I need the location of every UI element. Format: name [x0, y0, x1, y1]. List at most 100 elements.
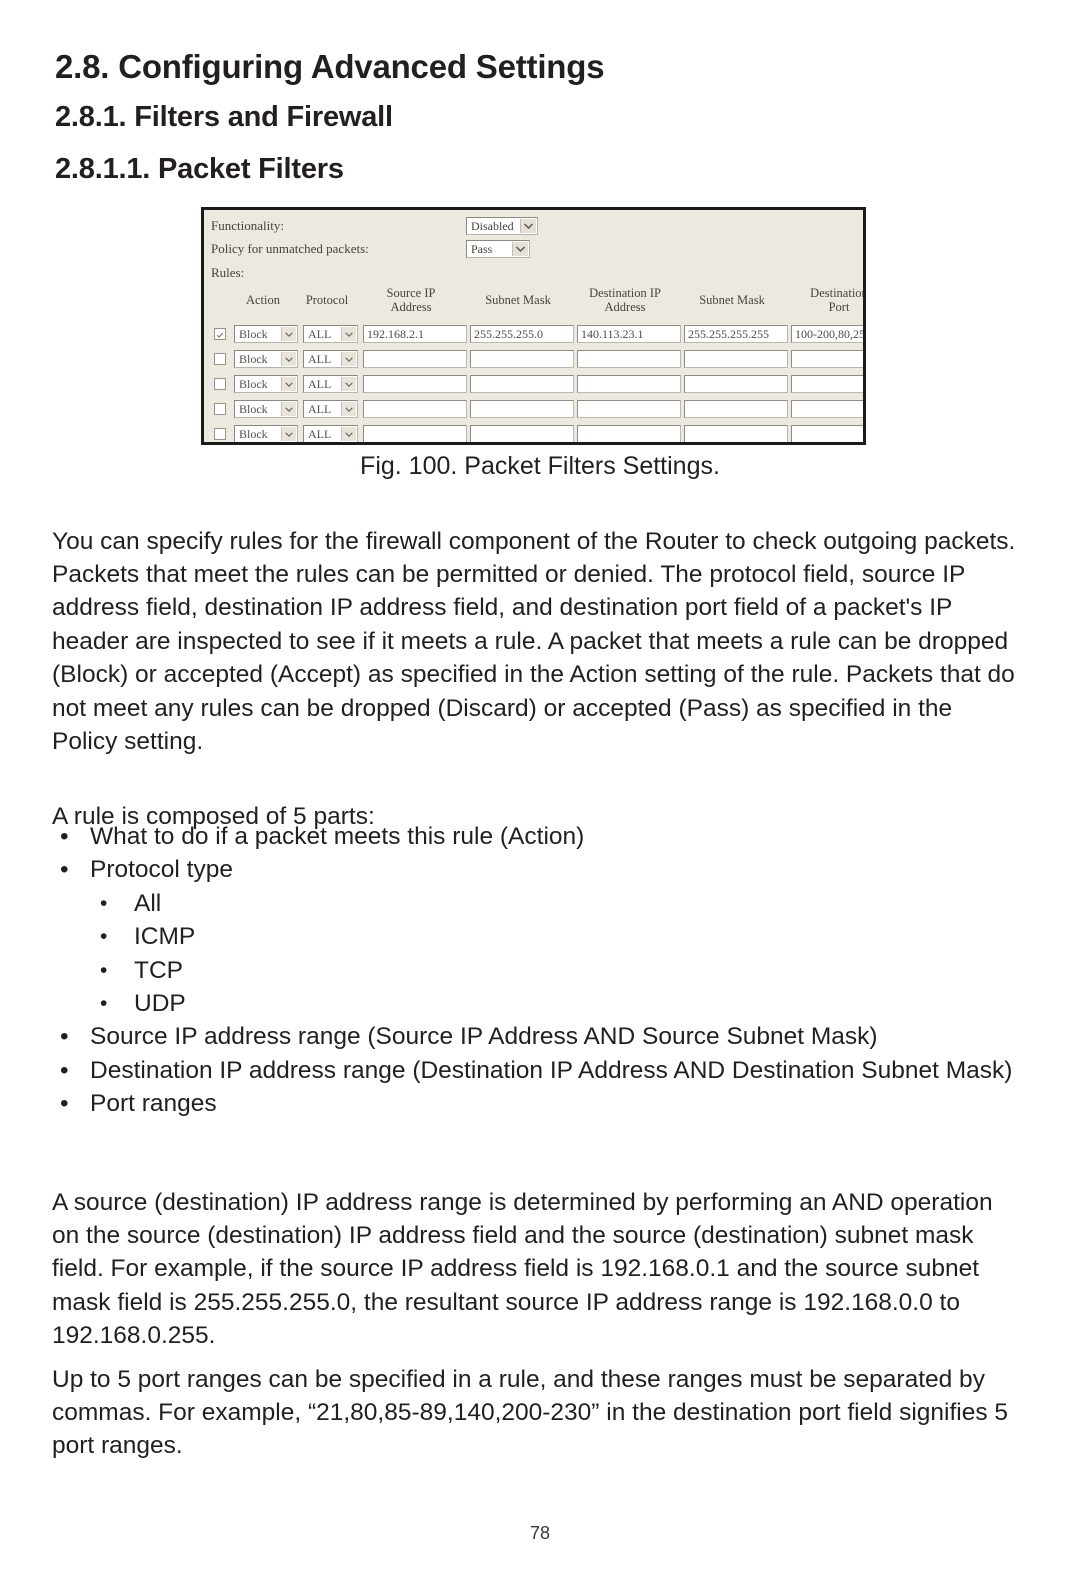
chevron-down-icon	[341, 327, 356, 341]
chevron-down-icon	[520, 219, 536, 233]
protocol-type-item: • TCP	[90, 954, 1024, 987]
functionality-select[interactable]: Disabled	[466, 217, 538, 235]
rule-row: Block ALL	[210, 348, 863, 373]
rule-source-mask-input[interactable]	[470, 375, 574, 393]
rule-enable-checkbox[interactable]	[214, 428, 226, 440]
rule-source-mask-input[interactable]	[470, 400, 574, 418]
rule-source-ip-input[interactable]: 192.168.2.1	[363, 325, 467, 343]
column-header-action: Action	[245, 293, 281, 307]
column-header-protocol: Protocol	[305, 293, 349, 307]
column-header-dest-subnet-mask: Subnet Mask	[699, 293, 765, 307]
rule-part-item: • What to do if a packet meets this rule …	[52, 820, 1024, 853]
rule-action-value: Block	[239, 426, 268, 441]
chevron-down-icon	[341, 377, 356, 391]
page-number: 78	[529, 1523, 551, 1543]
rule-source-ip-input[interactable]	[363, 400, 467, 418]
protocol-type-item: • UDP	[90, 987, 1024, 1020]
rule-dest-port-input[interactable]	[791, 375, 863, 393]
bullet-icon: •	[60, 856, 69, 884]
rule-part-label: Protocol type	[90, 856, 233, 884]
rule-dest-port-input[interactable]: 100-200,80,25,1	[791, 325, 863, 343]
rule-dest-port-input[interactable]	[791, 400, 863, 418]
rule-enable-checkbox[interactable]	[214, 378, 226, 390]
chevron-down-icon	[341, 427, 356, 441]
rule-part-item: • Port ranges	[52, 1087, 1024, 1120]
column-header-dest-ip-line1: Destination IP	[589, 286, 661, 300]
rule-parts-list: • What to do if a packet meets this rule …	[52, 820, 1024, 1121]
paragraph-and-operation: A source (destination) IP address range …	[52, 1188, 993, 1350]
rule-protocol-value: ALL	[308, 326, 332, 341]
rule-action-select[interactable]: Block	[234, 375, 298, 393]
bullet-icon: •	[100, 958, 108, 982]
rule-dest-ip-input[interactable]	[577, 375, 681, 393]
protocol-type-item: • ICMP	[90, 920, 1024, 953]
rules-label: Rules:	[211, 265, 245, 280]
rule-dest-mask-input[interactable]	[684, 400, 788, 418]
chevron-down-icon	[281, 352, 296, 366]
bullet-icon: •	[100, 891, 108, 915]
policy-label: Policy for unmatched packets:	[211, 241, 369, 256]
rule-dest-ip-input[interactable]	[577, 425, 681, 442]
rule-dest-port-input[interactable]	[791, 425, 863, 442]
rule-row: Block ALL	[210, 373, 863, 398]
rule-protocol-select[interactable]: ALL	[303, 350, 358, 368]
rule-action-select[interactable]: Block	[234, 400, 298, 418]
rule-protocol-select[interactable]: ALL	[303, 425, 358, 442]
rule-row: Block ALL	[210, 423, 863, 442]
rule-part-item: • Protocol type	[52, 853, 1024, 886]
rule-action-value: Block	[239, 376, 268, 391]
rule-source-mask-input[interactable]: 255.255.255.0	[470, 325, 574, 343]
column-header-dest-port-line2: Port	[828, 300, 850, 314]
rule-source-ip-input[interactable]	[363, 350, 467, 368]
chevron-down-icon	[281, 377, 296, 391]
rule-protocol-value: ALL	[308, 401, 332, 416]
rule-protocol-select[interactable]: ALL	[303, 375, 358, 393]
protocol-type-label: ICMP	[134, 923, 196, 951]
figure-caption: Fig. 100. Packet Filters Settings.	[360, 452, 720, 480]
bullet-icon: •	[60, 1090, 69, 1118]
rule-dest-port-input[interactable]	[791, 350, 863, 368]
rule-dest-ip-input[interactable]	[577, 350, 681, 368]
rule-enable-checkbox[interactable]	[214, 328, 226, 340]
rule-source-ip-input[interactable]	[363, 375, 467, 393]
protocol-type-label: UDP	[134, 990, 186, 1018]
paragraph-port-ranges: Up to 5 port ranges can be specified in …	[52, 1365, 1009, 1460]
rule-source-mask-input[interactable]	[470, 350, 574, 368]
paragraph-intro: You can specify rules for the firewall c…	[52, 527, 1016, 755]
rule-source-mask-input[interactable]	[470, 425, 574, 442]
column-header-dest-ip-line2: Address	[604, 300, 646, 314]
chevron-down-icon	[281, 327, 296, 341]
rule-protocol-value: ALL	[308, 351, 332, 366]
rule-dest-ip-input[interactable]: 140.113.23.1	[577, 325, 681, 343]
bullet-icon: •	[60, 1056, 69, 1084]
rule-source-ip-input[interactable]	[363, 425, 467, 442]
rule-action-value: Block	[239, 401, 268, 416]
rule-dest-mask-input[interactable]: 255.255.255.255	[684, 325, 788, 343]
rule-enable-checkbox[interactable]	[214, 353, 226, 365]
bullet-icon: •	[100, 992, 108, 1016]
rule-dest-ip-input[interactable]	[577, 400, 681, 418]
rule-action-select[interactable]: Block	[234, 425, 298, 442]
rule-part-label: What to do if a packet meets this rule (…	[90, 823, 585, 850]
column-header-dest-port-line1: Destination	[810, 286, 866, 300]
rule-protocol-select[interactable]: ALL	[303, 400, 358, 418]
bullet-icon: •	[60, 823, 69, 850]
rule-dest-mask-input[interactable]	[684, 375, 788, 393]
rule-action-select[interactable]: Block	[234, 325, 298, 343]
policy-select[interactable]: Pass	[466, 240, 530, 258]
protocol-type-list: • All • ICMP • TCP • UDP	[52, 887, 1024, 1021]
rule-enable-checkbox[interactable]	[214, 403, 226, 415]
functionality-label: Functionality:	[211, 218, 284, 233]
rule-action-select[interactable]: Block	[234, 350, 298, 368]
chevron-down-icon	[341, 352, 356, 366]
column-header-source-ip-line2: Address	[390, 300, 432, 314]
rule-part-item: • Source IP address range (Source IP Addr…	[52, 1020, 1024, 1053]
rule-protocol-select[interactable]: ALL	[303, 325, 358, 343]
rule-dest-mask-input[interactable]	[684, 425, 788, 442]
chevron-down-icon	[281, 402, 296, 416]
document-page: 2.8. Configuring Advanced Settings 2.8.1…	[0, 0, 1080, 1570]
section-heading-2-8-1: 2.8.1. Filters and Firewall	[55, 101, 393, 133]
chevron-down-icon	[281, 427, 296, 441]
rule-row: Block ALL 192.168.2.1 255.255.255.0 140.113.…	[210, 323, 863, 348]
rule-dest-mask-input[interactable]	[684, 350, 788, 368]
